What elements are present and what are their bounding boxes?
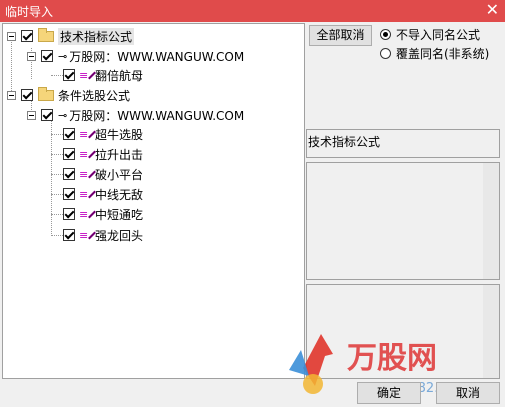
tree-node-label: 翻倍航母 (95, 68, 144, 83)
tree-node-label: 拉升出击 (95, 147, 144, 162)
title-bar: 临时导入 ✕ (0, 0, 505, 22)
checkbox-checked[interactable] (63, 148, 75, 160)
cancel-button[interactable]: 取消 (436, 382, 500, 404)
cancel-all-button[interactable]: 全部取消 (309, 25, 372, 46)
tree-node-label: 中短通吃 (95, 207, 144, 222)
tree-node-formula[interactable]: ≡ 强龙回头 (63, 226, 143, 244)
radio-selected-icon[interactable] (380, 29, 391, 40)
checkbox-checked[interactable] (21, 30, 33, 42)
collapse-toggle-icon[interactable] (27, 110, 36, 120)
tree-node-formula[interactable]: ≡ 中线无敌 (63, 185, 143, 203)
checkbox-checked[interactable] (63, 168, 75, 180)
checkbox-checked[interactable] (63, 128, 75, 140)
checkbox-checked[interactable] (21, 89, 33, 101)
tree-node-indicator-source[interactable]: ⊸ 万股网：WWW.WANGUW.COM (27, 47, 244, 65)
tree-node-label: 超牛选股 (95, 127, 144, 142)
formula-icon: ≡ (79, 208, 97, 221)
tree-node-label: 技术指标公式 (58, 27, 135, 45)
tree-node-formula[interactable]: ≡ 中短通吃 (63, 205, 143, 223)
checkbox-checked[interactable] (63, 188, 75, 200)
info-label-panel: 技术指标公式 (306, 129, 500, 158)
tree-node-screener-source[interactable]: ⊸ 万股网：WWW.WANGUW.COM (27, 106, 244, 124)
tree-node-formula[interactable]: ≡ 翻倍航母 (63, 66, 143, 84)
collapse-toggle-icon[interactable] (7, 90, 16, 100)
formula-icon: ≡ (79, 229, 97, 242)
no-import-same-name-radio[interactable]: 不导入同名公式 (380, 26, 480, 43)
tree-node-formula[interactable]: ≡ 拉升出击 (63, 145, 143, 163)
collapse-toggle-icon[interactable] (7, 31, 16, 41)
checkbox-checked[interactable] (63, 208, 75, 220)
formula-icon: ≡ (79, 168, 97, 181)
formula-icon: ≡ (79, 148, 97, 161)
description-panel[interactable] (306, 162, 500, 280)
folder-icon (38, 86, 54, 101)
watermark-coin-icon (303, 374, 323, 394)
radio-label: 覆盖同名(非系统) (396, 47, 490, 61)
close-icon[interactable]: ✕ (486, 1, 499, 19)
radio-unselected-icon[interactable] (380, 48, 391, 59)
tree-node-formula[interactable]: ≡ 超牛选股 (63, 125, 143, 143)
checkbox-checked[interactable] (41, 50, 53, 62)
checkbox-checked[interactable] (63, 69, 75, 81)
tree-node-label: 条件选股公式 (58, 88, 131, 103)
collapse-toggle-icon[interactable] (27, 51, 36, 61)
watermark-text: 万股网 (347, 341, 437, 376)
window-title: 临时导入 (5, 5, 54, 19)
info-label: 技术指标公式 (308, 135, 381, 149)
ok-button[interactable]: 确定 (357, 382, 421, 404)
checkbox-checked[interactable] (63, 229, 75, 241)
key-icon: ⊸ (58, 108, 67, 122)
tree-line (51, 119, 52, 236)
radio-label: 不导入同名公式 (396, 28, 481, 42)
overwrite-same-name-radio[interactable]: 覆盖同名(非系统) (380, 45, 489, 62)
formula-tree[interactable]: 技术指标公式 ⊸ 万股网：WWW.WANGUW.COM ≡ 翻倍航母 条件选股公… (2, 23, 305, 379)
formula-icon: ≡ (79, 128, 97, 141)
formula-icon: ≡ (79, 188, 97, 201)
tree-node-label: 万股网：WWW.WANGUW.COM (69, 49, 245, 64)
tree-node-screener-folder[interactable]: 条件选股公式 (7, 86, 130, 104)
vertical-scrollbar[interactable] (483, 163, 499, 279)
tree-node-formula[interactable]: ≡ 破小平台 (63, 165, 143, 183)
tree-node-label: 强龙回头 (95, 228, 144, 243)
formula-icon: ≡ (79, 69, 97, 82)
vertical-scrollbar[interactable] (483, 285, 499, 378)
tree-node-indicator-folder[interactable]: 技术指标公式 (7, 27, 135, 45)
tree-node-label: 万股网：WWW.WANGUW.COM (69, 108, 245, 123)
tree-node-label: 中线无敌 (95, 187, 144, 202)
checkbox-checked[interactable] (41, 109, 53, 121)
folder-icon (38, 27, 54, 42)
key-icon: ⊸ (58, 49, 67, 63)
tree-node-label: 破小平台 (95, 167, 144, 182)
